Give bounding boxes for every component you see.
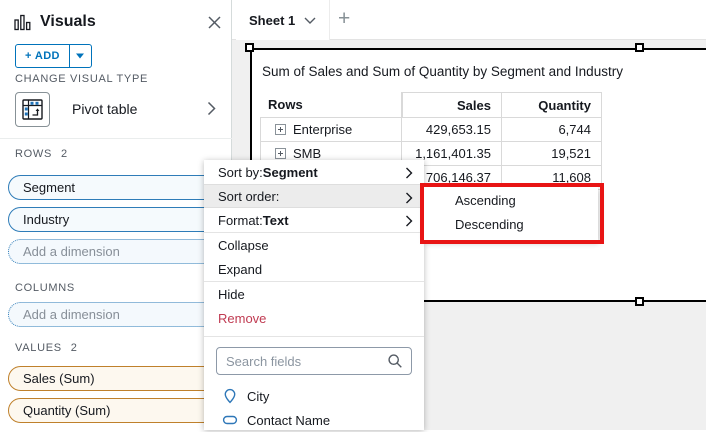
bar-chart-icon [14, 14, 31, 31]
search-fields-input[interactable] [216, 347, 412, 375]
columns-section-label: COLUMNS [15, 282, 75, 294]
chevron-right-icon[interactable] [207, 101, 216, 116]
pivot-header-row: Rows Sales Quantity [260, 92, 602, 118]
menu-item-hide[interactable]: Hide [204, 282, 424, 306]
change-visual-type-label: CHANGE VISUAL TYPE [15, 73, 148, 85]
panel-title: Visuals [40, 13, 96, 31]
add-visual-button[interactable]: + ADD [16, 45, 69, 67]
menu-item-label: Sort order: [218, 189, 279, 204]
menu-item-value: Text [263, 213, 289, 228]
caret-down-icon [75, 53, 85, 59]
field-context-menu: Sort by: Segment Sort order: Format: Tex… [204, 160, 424, 430]
search-icon [387, 353, 403, 369]
values-label: VALUES [15, 342, 62, 354]
menu-item-sort-by[interactable]: Sort by: Segment [204, 160, 424, 184]
menu-item-remove[interactable]: Remove [204, 306, 424, 330]
sales-value: 429,653.15 [402, 118, 502, 142]
chevron-right-icon [405, 192, 413, 204]
field-pill-segment[interactable]: Segment [8, 175, 220, 200]
add-visual-caret-button[interactable] [69, 45, 91, 67]
pivot-table-type-button[interactable] [15, 92, 50, 127]
row-label: Enterprise [293, 122, 352, 137]
menu-item-format[interactable]: Format: Text [204, 208, 424, 232]
pivot-table-icon [22, 99, 43, 120]
search-fields-wrap [216, 347, 412, 375]
menu-item-label: Format: [218, 213, 263, 228]
sheet-tab-bar: Sheet 1 + [232, 0, 706, 40]
add-visual-split-button: + ADD [15, 44, 92, 68]
pill-label: Segment [23, 180, 75, 195]
expand-icon[interactable] [275, 124, 286, 135]
menu-item-label: Sort by: [218, 165, 263, 180]
field-pill-industry[interactable]: Industry [8, 207, 220, 232]
quantity-value: 6,744 [502, 118, 602, 142]
sort-order-submenu: Ascending Descending [424, 187, 598, 241]
chevron-right-icon [405, 215, 413, 227]
add-dimension-dropzone[interactable]: Add a dimension [8, 239, 220, 264]
chevron-down-icon[interactable] [304, 17, 316, 24]
dropzone-placeholder: Add a dimension [23, 307, 120, 322]
pill-label: Industry [23, 212, 69, 227]
chevron-right-icon [405, 167, 413, 179]
field-name: City [247, 389, 269, 404]
table-row: Enterprise 429,653.15 6,744 [260, 118, 602, 142]
menu-item-collapse[interactable]: Collapse [204, 233, 424, 257]
close-icon[interactable] [207, 15, 222, 30]
tab-sheet-1[interactable]: Sheet 1 [236, 0, 330, 40]
field-name: Contact Name [247, 413, 330, 428]
panel-divider [0, 138, 232, 139]
quantity-value: 19,521 [502, 142, 602, 166]
field-pill-sales-sum[interactable]: Sales (Sum) [8, 366, 220, 391]
pivot-header-rows[interactable]: Rows [260, 92, 402, 118]
add-sheet-button[interactable]: + [338, 8, 350, 30]
menu-item-sort-order[interactable]: Sort order: [204, 184, 424, 208]
sheet-tab-label: Sheet 1 [249, 13, 295, 28]
pivot-header-sales[interactable]: Sales [402, 92, 502, 118]
pivot-header-quantity[interactable]: Quantity [502, 92, 602, 118]
expand-icon[interactable] [275, 148, 286, 159]
resize-handle-top-middle[interactable] [635, 43, 644, 52]
visual-type-label: Pivot table [72, 101, 137, 117]
rows-label: ROWS [15, 148, 52, 160]
values-section-label: VALUES 2 [15, 342, 78, 354]
location-pin-icon [222, 388, 238, 404]
values-count: 2 [71, 342, 78, 354]
pill-label: Sales (Sum) [23, 371, 95, 386]
visual-title: Sum of Sales and Sum of Quantity by Segm… [262, 64, 623, 79]
add-dimension-dropzone[interactable]: Add a dimension [8, 302, 220, 327]
resize-handle-bottom-middle[interactable] [635, 297, 644, 306]
field-list-item-city[interactable]: City [204, 384, 424, 408]
text-field-icon [222, 412, 238, 428]
visuals-panel: Visuals + ADD CHANGE VISUAL TYPE Pivot t… [0, 0, 232, 430]
rows-count: 2 [61, 148, 68, 160]
visuals-panel-header: Visuals [14, 13, 96, 31]
row-label: SMB [293, 146, 321, 161]
field-pill-quantity-sum[interactable]: Quantity (Sum) [8, 398, 220, 423]
menu-item-expand[interactable]: Expand [204, 257, 424, 281]
field-list-item-contact-name[interactable]: Contact Name [204, 408, 424, 432]
pill-label: Quantity (Sum) [23, 403, 110, 418]
submenu-item-ascending[interactable]: Ascending [424, 189, 598, 213]
dropzone-placeholder: Add a dimension [23, 244, 120, 259]
submenu-item-descending[interactable]: Descending [424, 213, 598, 237]
rows-section-label: ROWS 2 [15, 148, 68, 160]
menu-divider [204, 336, 424, 337]
menu-item-value: Segment [263, 165, 318, 180]
resize-handle-top-left[interactable] [245, 43, 254, 52]
